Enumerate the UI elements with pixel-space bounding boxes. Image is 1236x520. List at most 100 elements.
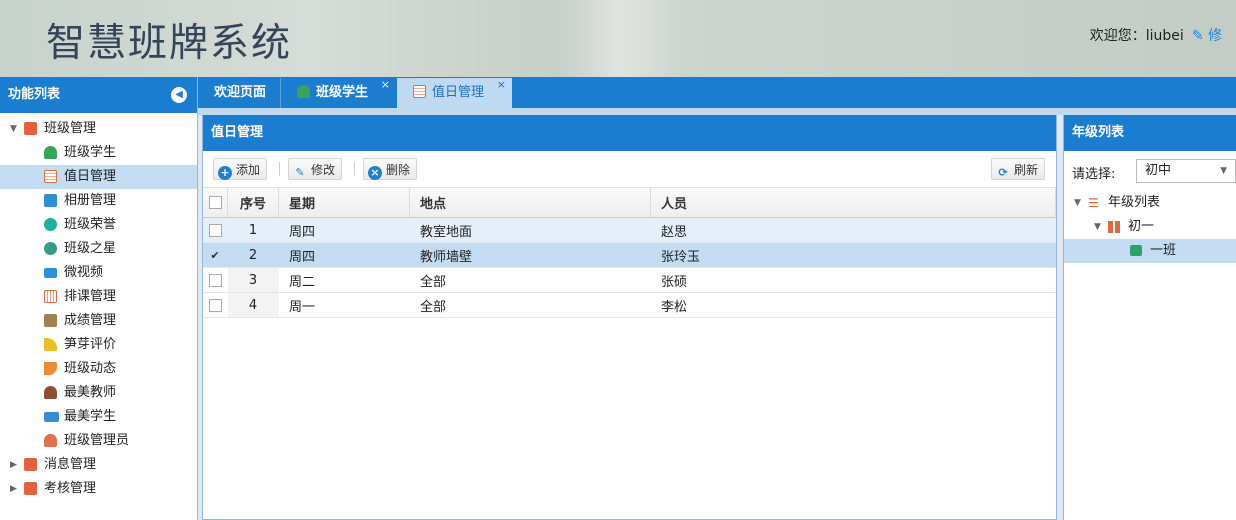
tree-item-message-management[interactable]: ▶ 消息管理 xyxy=(0,453,197,477)
tree-item-label: 班级学生 xyxy=(64,145,117,160)
schedule-icon xyxy=(44,290,57,303)
header: 智慧班牌系统 欢迎您：liubei ✎ 修 xyxy=(0,0,1236,77)
tree-item-label: 最美教师 xyxy=(64,385,117,400)
tree-item-label: 笋芽评价 xyxy=(64,337,117,352)
duty-management-panel: 值日管理 + 添加 ✎ 修改 × 删除 ⟳ 刷新 序号 星期 地点 人员 1 周四 教室… xyxy=(202,115,1057,520)
row-checkbox-cell xyxy=(203,292,228,318)
tree-item-label: 班级管理员 xyxy=(64,433,130,448)
cell-day: 周四 xyxy=(278,242,410,268)
cell-person: 李松 xyxy=(650,292,1056,318)
cell-day: 周二 xyxy=(278,267,410,293)
cell-place: 教室地面 xyxy=(409,217,651,243)
row-checkbox[interactable] xyxy=(208,298,222,312)
tree-item-schedule-management[interactable]: 排课管理 xyxy=(0,285,197,309)
tree-item-label: 班级之星 xyxy=(64,241,117,256)
photo-icon xyxy=(44,194,57,207)
bamboo-icon xyxy=(44,338,57,351)
add-label: 添加 xyxy=(236,163,261,177)
grade-tree-label: 年级列表 xyxy=(1108,195,1161,210)
tree-item-class-admin[interactable]: 班级管理员 xyxy=(0,429,197,453)
grade-select[interactable]: 初中 ▼ xyxy=(1136,159,1236,183)
row-checkbox[interactable] xyxy=(208,223,222,237)
tab-class-students[interactable]: 班级学生 × xyxy=(280,78,396,108)
cell-person: 张玲玉 xyxy=(650,242,1056,268)
duty-panel-header: 值日管理 xyxy=(203,115,1056,151)
tab-bar: 欢迎页面 班级学生 × 值日管理 × xyxy=(198,77,1236,108)
column-header-day[interactable]: 星期 xyxy=(278,188,410,218)
app-title: 智慧班牌系统 xyxy=(46,21,293,66)
tree-item-label: 班级动态 xyxy=(64,361,117,376)
edit-profile-link[interactable]: ✎ 修 xyxy=(1192,28,1222,44)
grade-tree-root[interactable]: ▼ ☰ 年级列表 xyxy=(1064,191,1236,215)
select-all-checkbox[interactable] xyxy=(208,196,222,209)
chevron-down-icon: ▼ xyxy=(1220,166,1227,176)
grade-tree-item-class1[interactable]: 一班 xyxy=(1064,239,1236,263)
column-header-place[interactable]: 地点 xyxy=(409,188,651,218)
delete-label: 删除 xyxy=(386,163,411,177)
tab-label: 欢迎页面 xyxy=(214,85,267,100)
tree-item-best-student[interactable]: 最美学生 xyxy=(0,405,197,429)
select-all-header xyxy=(203,188,228,218)
function-list-title: 功能列表 xyxy=(8,87,61,102)
table-row[interactable]: ✔ 2 周四 教师墙壁 张玲玉 xyxy=(203,242,1056,268)
tree-item-best-teacher[interactable]: 最美教师 xyxy=(0,381,197,405)
folder-icon xyxy=(24,122,37,135)
tab-duty-management[interactable]: 值日管理 × xyxy=(397,78,512,108)
grade-tree-label: 初一 xyxy=(1128,219,1155,234)
column-header-person[interactable]: 人员 xyxy=(650,188,1056,218)
tree-item-label: 班级管理 xyxy=(44,121,97,136)
chevron-down-icon[interactable]: ▼ xyxy=(10,117,17,141)
tab-label: 值日管理 xyxy=(432,85,485,100)
edit-button[interactable]: ✎ 修改 xyxy=(288,158,343,180)
cell-no: 4 xyxy=(227,292,279,318)
edit-label: 修改 xyxy=(311,163,336,177)
column-header-no[interactable]: 序号 xyxy=(227,188,279,218)
card-icon xyxy=(44,412,59,422)
chevron-down-icon[interactable]: ▼ xyxy=(1074,191,1081,215)
function-list-header: 功能列表 ◀ xyxy=(0,77,197,113)
cell-day: 周四 xyxy=(278,217,410,243)
duty-panel-title: 值日管理 xyxy=(211,125,264,140)
delete-button[interactable]: × 删除 xyxy=(363,158,418,180)
tree-item-album-management[interactable]: 相册管理 xyxy=(0,189,197,213)
add-button[interactable]: + 添加 xyxy=(213,158,268,180)
function-tree: ▼ 班级管理 班级学生 值日管理 相册管理 班级荣誉 班级之星 微视频 排课管理 … xyxy=(0,113,197,501)
grade-list-panel: 年级列表 请选择: 初中 ▼ ▼ ☰ 年级列表 ▼ 初一 一班 xyxy=(1063,115,1236,520)
close-icon[interactable]: × xyxy=(497,70,506,100)
close-icon[interactable]: × xyxy=(381,70,390,100)
medal-icon xyxy=(44,218,57,231)
admin-icon xyxy=(44,434,57,447)
chevron-right-icon[interactable]: ▶ xyxy=(10,453,17,477)
chevron-down-icon[interactable]: ▼ xyxy=(1094,215,1101,239)
welcome-text: 欢迎您：liubei xyxy=(1089,28,1184,44)
refresh-label: 刷新 xyxy=(1014,163,1039,177)
chevron-right-icon[interactable]: ▶ xyxy=(10,477,17,501)
table-header-row: 序号 星期 地点 人员 xyxy=(203,188,1056,218)
tree-item-micro-video[interactable]: 微视频 xyxy=(0,261,197,285)
tree-item-assessment-management[interactable]: ▶ 考核管理 xyxy=(0,477,197,501)
calendar-icon xyxy=(44,170,57,183)
tree-item-bamboo-evaluation[interactable]: 笋芽评价 xyxy=(0,333,197,357)
table-row[interactable]: 1 周四 教室地面 赵思 xyxy=(203,217,1056,243)
row-checkbox[interactable] xyxy=(208,273,222,287)
refresh-button[interactable]: ⟳ 刷新 xyxy=(991,158,1046,180)
table-row[interactable]: 3 周二 全部 张硕 xyxy=(203,267,1056,293)
tree-item-class-honor[interactable]: 班级荣誉 xyxy=(0,213,197,237)
tree-item-duty-management[interactable]: 值日管理 xyxy=(0,165,197,189)
tree-item-label: 排课管理 xyxy=(64,289,117,304)
grade-list-header: 年级列表 xyxy=(1064,115,1236,151)
cell-person: 张硕 xyxy=(650,267,1056,293)
tree-item-class-star[interactable]: 班级之星 xyxy=(0,237,197,261)
teacher-icon xyxy=(44,386,57,399)
row-checkbox-checked[interactable]: ✔ xyxy=(210,250,221,261)
tree-item-class-management[interactable]: ▼ 班级管理 xyxy=(0,117,197,141)
tree-item-class-students[interactable]: 班级学生 xyxy=(0,141,197,165)
table-row[interactable]: 4 周一 全部 李松 xyxy=(203,292,1056,318)
grade-tree-item-grade1[interactable]: ▼ 初一 xyxy=(1064,215,1236,239)
tree-item-label: 最美学生 xyxy=(64,409,117,424)
collapse-left-button[interactable]: ◀ xyxy=(171,87,187,103)
tree-item-grades-management[interactable]: 成绩管理 xyxy=(0,309,197,333)
tree-item-label: 相册管理 xyxy=(64,193,117,208)
tree-item-class-news[interactable]: 班级动态 xyxy=(0,357,197,381)
tab-welcome[interactable]: 欢迎页面 xyxy=(198,78,280,108)
